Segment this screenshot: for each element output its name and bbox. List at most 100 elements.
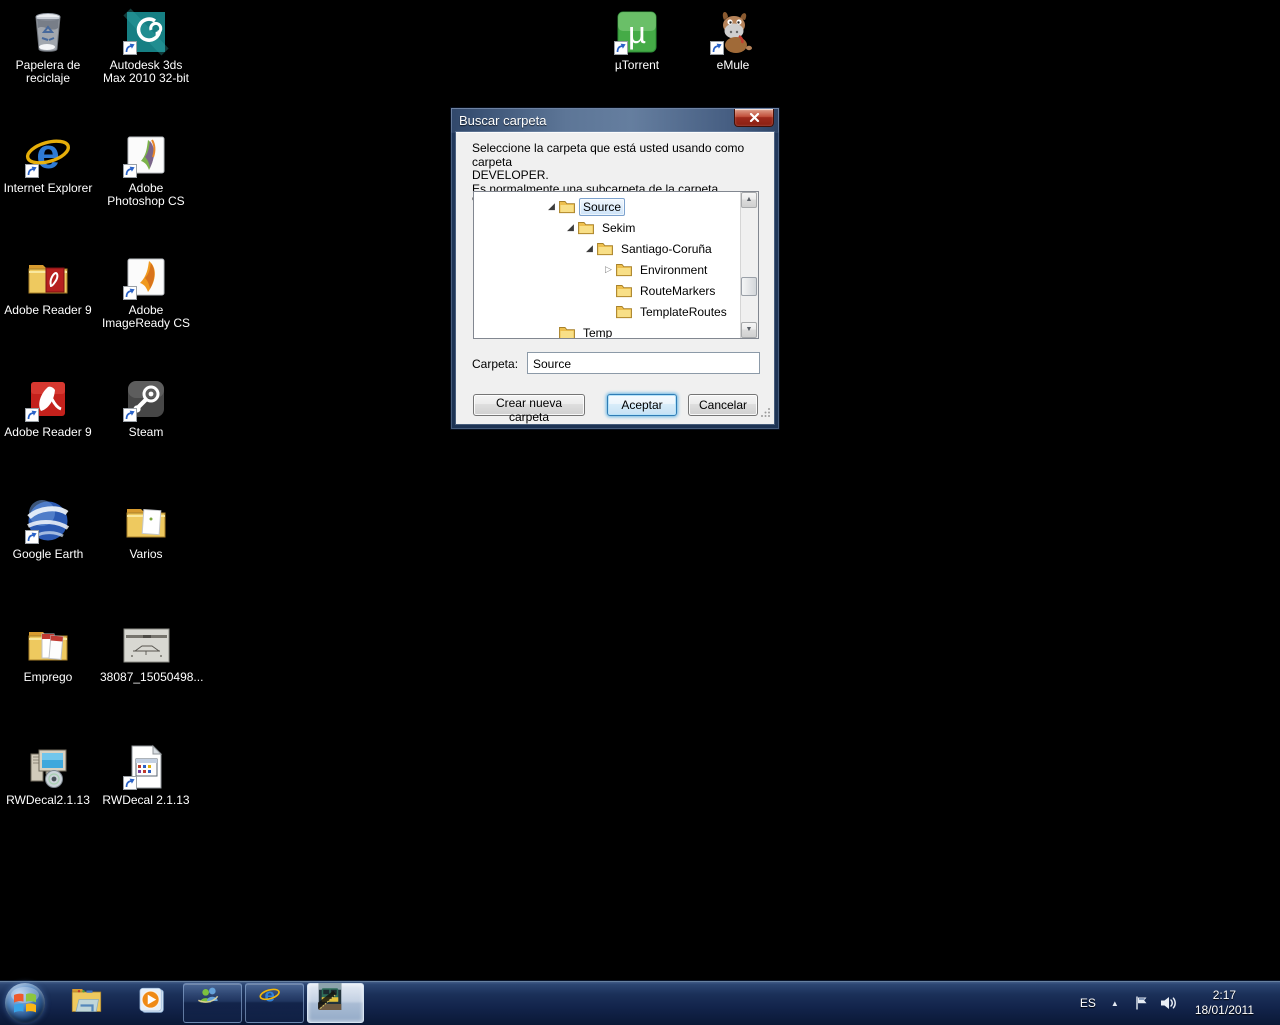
taskbar-clock[interactable]: 2:17 18/01/2011 <box>1195 988 1254 1018</box>
reader-icon <box>24 375 72 423</box>
tree-item-label: TemplateRoutes <box>636 303 731 321</box>
taskbar-pinned-windows-explorer[interactable] <box>66 981 110 1025</box>
shortcut-arrow-icon <box>123 286 137 300</box>
desktop-icon-label: Emprego <box>2 671 94 684</box>
collapse-triangle-icon[interactable]: ◢ <box>565 222 576 233</box>
explorer-icon <box>70 983 106 1024</box>
shortcut-arrow-icon <box>25 408 39 422</box>
start-button[interactable] <box>5 983 45 1023</box>
tree-item-environment[interactable]: ▷ Environment <box>474 259 741 280</box>
tree-item-source[interactable]: ◢ Source <box>474 196 741 217</box>
desktop-icon-label: Steam <box>100 426 192 439</box>
tree-item-label: RouteMarkers <box>636 282 719 300</box>
desktop-icon-label: Google Earth <box>2 548 94 561</box>
folder-icon <box>615 304 633 319</box>
taskbar-pinned-windows-media-player[interactable] <box>130 981 174 1025</box>
browse-folder-dialog: Buscar carpeta Seleccione la carpeta que… <box>450 107 780 430</box>
volume-speaker-icon[interactable] <box>1154 995 1183 1011</box>
tree-item-label: Temp <box>579 324 616 340</box>
installer-icon <box>24 743 72 791</box>
folder-name-input[interactable] <box>527 352 760 374</box>
resize-grip-icon[interactable] <box>761 404 771 422</box>
language-indicator[interactable]: ES <box>1074 996 1102 1010</box>
folder-icon <box>615 283 633 298</box>
folder-field-label: Carpeta: <box>472 353 518 375</box>
shortcut-arrow-icon <box>123 408 137 422</box>
desktop-icon-rwdecal-2-1-13[interactable]: RWDecal 2.1.13 <box>100 743 192 807</box>
tree-item-label: Sekim <box>598 219 639 237</box>
desktop-icon-varios[interactable]: Varios <box>100 497 192 561</box>
photoshop-icon <box>122 131 170 179</box>
desktop-icon-papelera-de-reciclaje[interactable]: Papelera de reciclaje <box>2 8 94 85</box>
desktop-icon-torrent[interactable]: µ µTorrent <box>591 8 683 72</box>
desktop-icon-label: eMule <box>687 59 779 72</box>
desktop-icon-label: Adobe Reader 9 <box>2 304 94 317</box>
folder-icon <box>558 325 576 339</box>
train-icon <box>318 983 354 1024</box>
folder-icon <box>615 262 633 277</box>
tree-item-routemarkers[interactable]: RouteMarkers <box>474 280 741 301</box>
shortcut-arrow-icon <box>123 776 137 790</box>
new-folder-button[interactable]: Crear nueva carpeta <box>473 394 585 416</box>
ie-icon: e <box>24 131 72 179</box>
taskbar-button-windows-live-messenger[interactable] <box>183 983 242 1023</box>
dialog-title: Buscar carpeta <box>459 113 546 128</box>
tree-item-temp[interactable]: Temp <box>474 322 741 339</box>
tree-item-sekim[interactable]: ◢ Sekim <box>474 217 741 238</box>
earth-icon <box>24 497 72 545</box>
messenger-icon <box>197 985 229 1022</box>
desktop-icon-adobe-reader-9[interactable]: Adobe Reader 9 <box>2 253 94 317</box>
desktop-icon-emprego[interactable]: Emprego <box>2 620 94 684</box>
scroll-thumb[interactable] <box>741 277 757 296</box>
desktop-icon-rwdecal2-1-13[interactable]: RWDecal2.1.13 <box>2 743 94 807</box>
desktop-icon-autodesk-3ds-max-2010-32-bit[interactable]: Autodesk 3ds Max 2010 32-bit <box>100 8 192 85</box>
folderpaper-icon <box>122 497 170 545</box>
dialog-titlebar[interactable]: Buscar carpeta <box>452 109 778 132</box>
collapse-triangle-icon[interactable]: ◢ <box>546 201 557 212</box>
desktop-icon-adobe-photoshop-cs[interactable]: Adobe Photoshop CS <box>100 131 192 208</box>
iesmall-icon: e <box>259 985 291 1022</box>
desktop-icon-google-earth[interactable]: Google Earth <box>2 497 94 561</box>
scroll-up-button[interactable]: ▲ <box>741 192 757 208</box>
tree-item-label: Source <box>579 198 625 216</box>
desktop-icon-label: Adobe Reader 9 <box>2 426 94 439</box>
desktop-icon-38087-15050498[interactable]: 38087_15050498... <box>100 620 192 684</box>
taskbar-button-rwdecal-train-app[interactable] <box>307 983 364 1023</box>
desktop-icon-steam[interactable]: Steam <box>100 375 192 439</box>
svg-text:e: e <box>36 131 59 177</box>
imagethumb-icon <box>122 620 170 668</box>
tree-item-label: Environment <box>636 261 711 279</box>
recycle-icon <box>24 8 72 56</box>
desktop-icon-internet-explorer[interactable]: e Internet Explorer <box>2 131 94 195</box>
desktop-icon-label: Autodesk 3ds Max 2010 32-bit <box>100 59 192 85</box>
collapse-triangle-icon[interactable]: ◢ <box>584 243 595 254</box>
tree-item-templateroutes[interactable]: TemplateRoutes <box>474 301 741 322</box>
folder-icon <box>558 199 576 214</box>
desktop-icon-adobe-imageready-cs[interactable]: Adobe ImageReady CS <box>100 253 192 330</box>
folder-icon <box>577 220 595 235</box>
expand-triangle-icon[interactable]: ▷ <box>603 264 614 275</box>
taskbar-button-internet-explorer-window[interactable]: e <box>245 983 304 1023</box>
appdoc-icon <box>122 743 170 791</box>
shortcut-arrow-icon <box>614 41 628 55</box>
show-hidden-icons-chevron-icon[interactable]: ▲ <box>1102 999 1128 1008</box>
dialog-client-area: Seleccione la carpeta que está usted usa… <box>456 132 774 424</box>
clock-time: 2:17 <box>1195 988 1254 1003</box>
action-center-flag-icon[interactable] <box>1128 995 1154 1011</box>
shortcut-arrow-icon <box>123 41 137 55</box>
close-button[interactable] <box>734 109 774 127</box>
emule-icon <box>709 8 757 56</box>
tree-item-label: Santiago-Coruña <box>617 240 716 258</box>
shortcut-arrow-icon <box>25 530 39 544</box>
cancel-button[interactable]: Cancelar <box>688 394 758 416</box>
close-icon <box>749 109 760 127</box>
instruction-line: Seleccione la carpeta que está usted usa… <box>472 142 766 169</box>
scrollbar-track[interactable]: ▲ ▼ <box>740 192 758 338</box>
ok-button[interactable]: Aceptar <box>607 394 677 416</box>
desktop-icon-emule[interactable]: eMule <box>687 8 779 72</box>
desktop-icon-adobe-reader-9[interactable]: Adobe Reader 9 <box>2 375 94 439</box>
folderdocs-icon <box>24 620 72 668</box>
desktop-icon-label: µTorrent <box>591 59 683 72</box>
scroll-down-button[interactable]: ▼ <box>741 322 757 338</box>
tree-item-santiago-coru-a[interactable]: ◢ Santiago-Coruña <box>474 238 741 259</box>
